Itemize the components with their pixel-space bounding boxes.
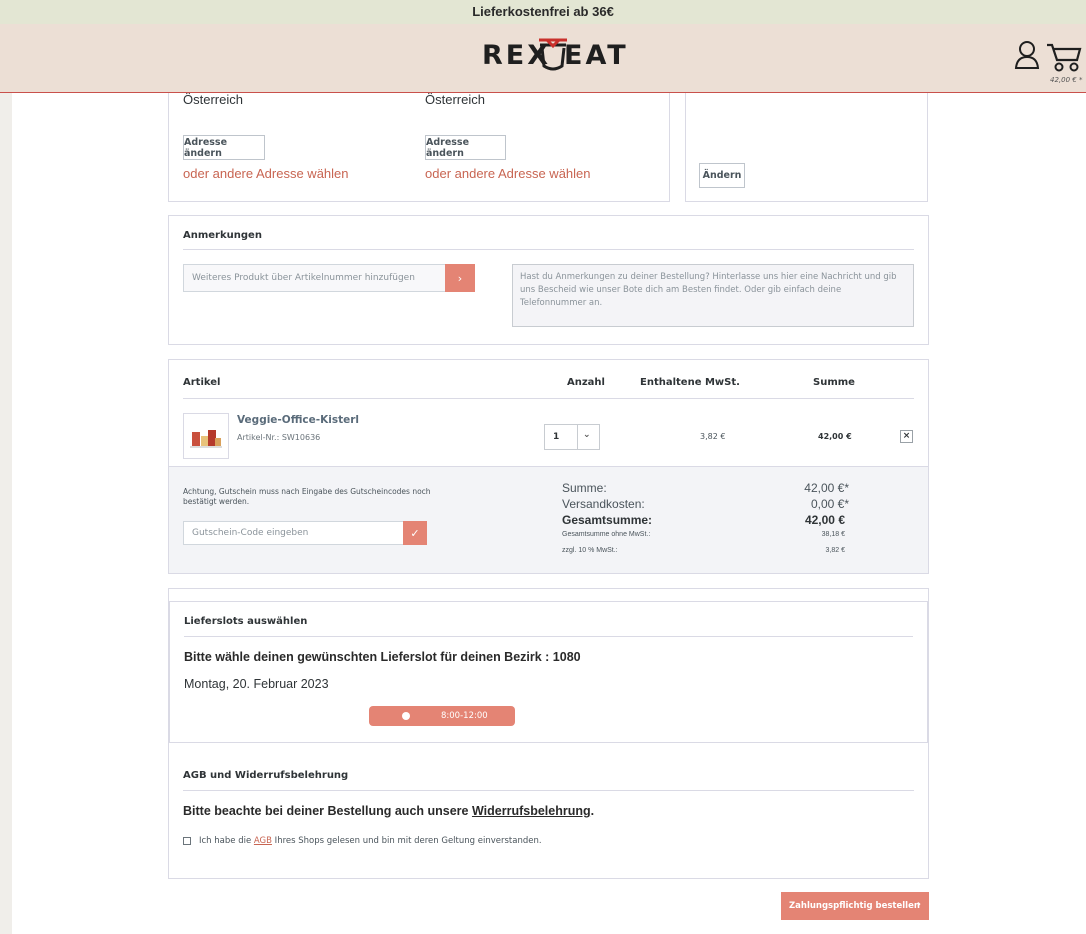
- chevron-right-icon: ›: [457, 271, 463, 285]
- quantity-select[interactable]: 1 ⌄: [544, 424, 600, 450]
- site-header: REX EAT 42,00 € *: [0, 24, 1086, 93]
- column-header-quantity: Anzahl: [567, 377, 605, 388]
- shopping-cart-icon[interactable]: [1046, 40, 1082, 72]
- order-comment-placeholder: Hast du Anmerkungen zu deiner Bestellung…: [520, 272, 897, 308]
- quantity-separator: [577, 425, 578, 449]
- quantity-value: 1: [553, 432, 560, 442]
- delivery-slot-option[interactable]: 8:00-12:00: [369, 706, 515, 726]
- column-header-tax: Enthaltene MwSt.: [640, 377, 740, 388]
- item-sum: 42,00 €: [818, 432, 852, 441]
- voucher-input[interactable]: Gutschein-Code eingeben: [183, 521, 404, 545]
- delivery-date: Montag, 20. Februar 2023: [184, 677, 329, 691]
- chevron-right-icon: ›: [916, 899, 921, 910]
- agb-consent-prefix: Ich habe die: [199, 836, 254, 846]
- product-name-link[interactable]: Veggie-Office-Kisterl: [237, 414, 359, 426]
- shipping-country: Österreich: [425, 92, 485, 107]
- remove-item-button[interactable]: ×: [900, 430, 913, 443]
- agb-link[interactable]: AGB: [254, 836, 272, 846]
- logo-text-right: EAT: [564, 40, 629, 71]
- order-comment-textarea[interactable]: Hast du Anmerkungen zu deiner Bestellung…: [512, 264, 914, 327]
- withdrawal-notice-suffix: .: [590, 804, 595, 818]
- delivery-slot-title: Lieferslots auswählen: [184, 616, 308, 627]
- delivery-slot-heading: Bitte wähle deinen gewünschten Lieferslo…: [184, 650, 581, 664]
- net-total-value: 38,18 €: [821, 531, 845, 538]
- net-total-label: Gesamtsumme ohne MwSt.:: [562, 531, 651, 538]
- close-icon: ×: [902, 431, 911, 441]
- add-product-placeholder: Weiteres Produkt über Artikelnummer hinz…: [192, 273, 415, 283]
- chevron-down-icon: ⌄: [583, 430, 591, 440]
- product-sku: Artikel-Nr.: SW10636: [237, 433, 321, 442]
- add-product-button[interactable]: ›: [445, 264, 475, 292]
- shipping-cost-label: Versandkosten:: [562, 497, 645, 511]
- total-label: Gesamtsumme:: [562, 513, 653, 527]
- agb-consent-text: Ich habe die AGB Ihres Shops gelesen und…: [199, 836, 542, 846]
- withdrawal-link[interactable]: Widerrufsbelehrung: [472, 804, 591, 818]
- voucher-submit-button[interactable]: ✓: [403, 521, 427, 545]
- column-header-article: Artikel: [183, 377, 221, 388]
- slot-time: 8:00-12:00: [441, 711, 488, 721]
- free-shipping-banner: Lieferkostenfrei ab 36€: [0, 0, 1086, 24]
- sum-value: 42,00 €*: [804, 481, 849, 495]
- add-product-input[interactable]: Weiteres Produkt über Artikelnummer hinz…: [183, 264, 446, 292]
- place-order-label: Zahlungspflichtig bestellen: [789, 901, 920, 911]
- agb-title: AGB und Widerrufsbelehrung: [183, 770, 349, 781]
- place-order-button[interactable]: Zahlungspflichtig bestellen ›: [781, 892, 929, 920]
- other-shipping-address-link[interactable]: oder andere Adresse wählen: [425, 166, 591, 181]
- change-billing-address-button[interactable]: Adresse ändern: [183, 135, 265, 160]
- change-shipping-address-button[interactable]: Adresse ändern: [425, 135, 506, 160]
- slot-radio[interactable]: [402, 712, 410, 720]
- rexeat-logo[interactable]: REX EAT: [482, 34, 628, 76]
- vat-value: 3,82 €: [825, 547, 845, 554]
- voucher-note: Achtung, Gutschein muss nach Eingabe des…: [183, 487, 431, 506]
- cart-header-divider: [183, 398, 914, 399]
- withdrawal-notice-prefix: Bitte beachte bei deiner Bestellung auch…: [183, 804, 472, 818]
- remarks-divider: [183, 249, 914, 250]
- voucher-placeholder: Gutschein-Code eingeben: [192, 528, 309, 538]
- agb-divider: [183, 790, 914, 791]
- cart-total: 42,00 € *: [1050, 76, 1083, 84]
- product-thumbnail[interactable]: [183, 413, 229, 459]
- vat-label: zzgl. 10 % MwSt.:: [562, 547, 618, 554]
- agb-checkbox[interactable]: [183, 837, 191, 845]
- change-shipping-method-button[interactable]: Ändern: [699, 163, 745, 188]
- total-value: 42,00 €: [804, 513, 845, 527]
- product-image: [190, 430, 222, 448]
- item-tax: 3,82 €: [700, 432, 726, 441]
- shipping-cost-value: 0,00 €*: [810, 497, 849, 511]
- delivery-divider: [184, 636, 913, 637]
- remarks-title: Anmerkungen: [183, 230, 262, 241]
- sum-label: Summe:: [562, 481, 607, 495]
- agb-consent-suffix: Ihres Shops gelesen und bin mit deren Ge…: [271, 836, 542, 846]
- other-billing-address-link[interactable]: oder andere Adresse wählen: [183, 166, 349, 181]
- billing-country: Österreich: [183, 92, 243, 107]
- checkmark-icon: ✓: [410, 526, 420, 540]
- column-header-sum: Summe: [813, 377, 855, 388]
- user-account-icon[interactable]: [1014, 40, 1040, 70]
- withdrawal-notice: Bitte beachte bei deiner Bestellung auch…: [183, 804, 594, 818]
